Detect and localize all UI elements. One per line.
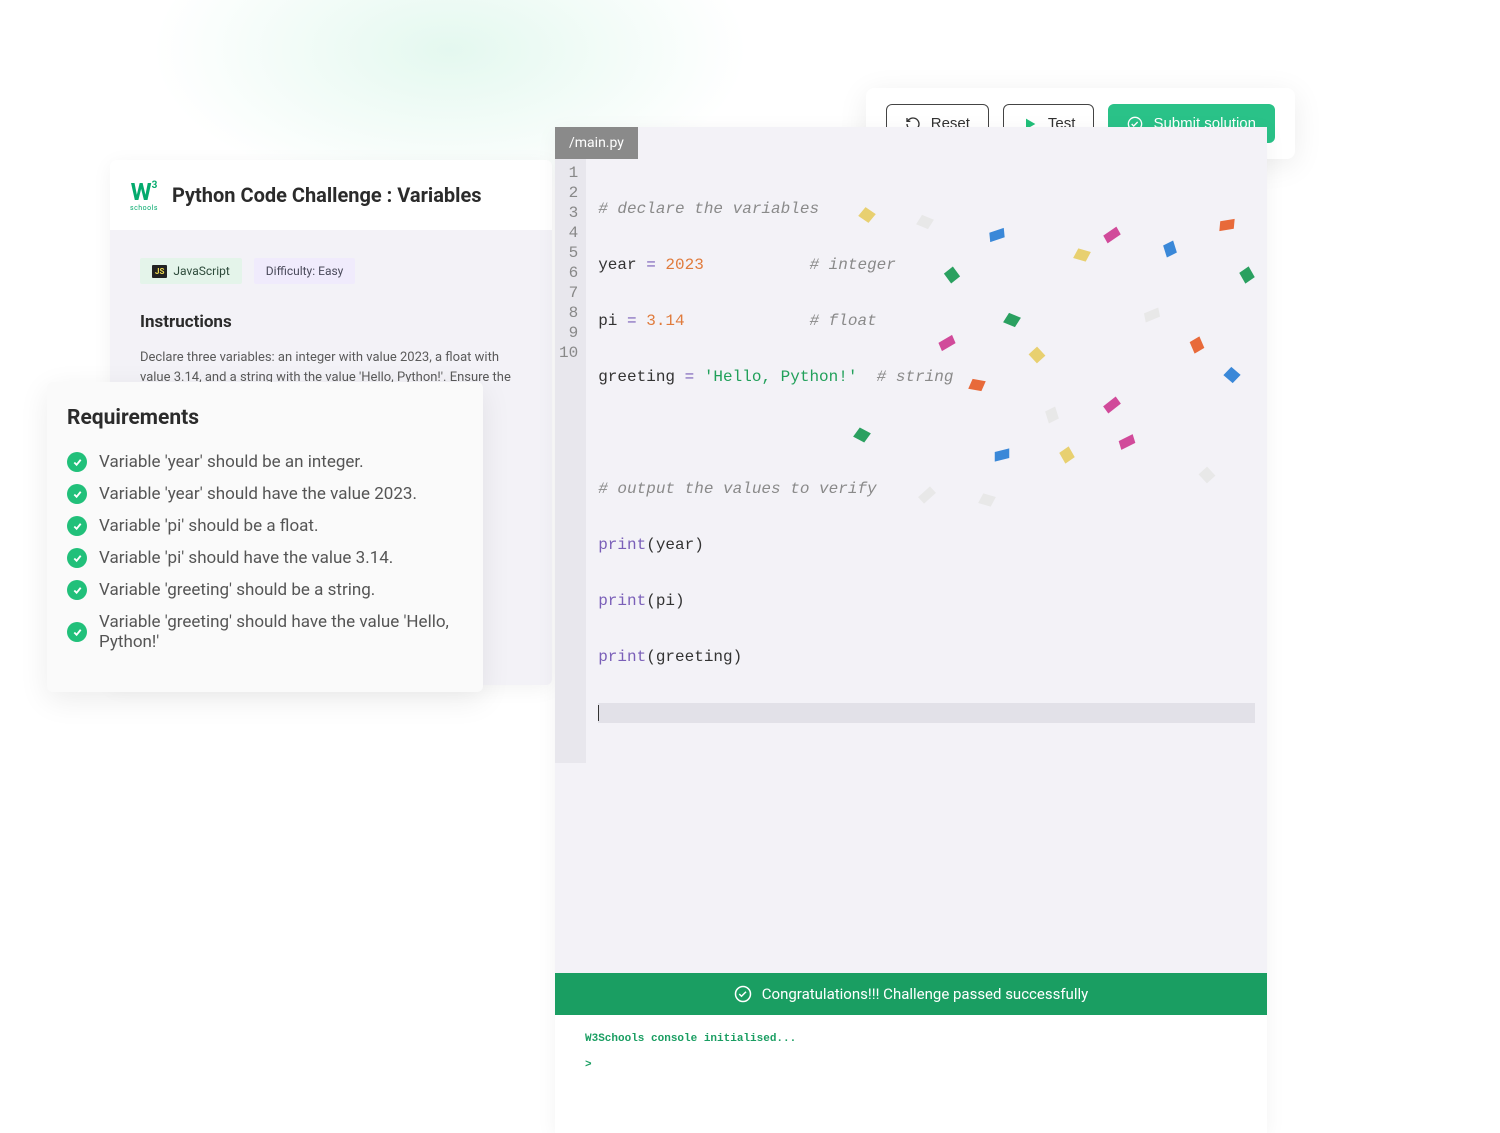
language-tag: JS JavaScript [140, 258, 242, 284]
challenge-title: Python Code Challenge : Variables [172, 183, 482, 207]
console-output: W3Schools console initialised... > [555, 1015, 1267, 1133]
w3schools-logo: W3 schools [130, 178, 158, 212]
editor-tab[interactable]: /main.py [555, 127, 638, 159]
console-line: W3Schools console initialised... [555, 1031, 1267, 1047]
line-gutter: 12345678910 [555, 159, 586, 763]
requirement-item: Variable 'year' should have the value 20… [67, 484, 463, 504]
js-icon: JS [152, 265, 167, 278]
difficulty-tag: Difficulty: Easy [254, 258, 356, 284]
success-banner: Congratulations!!! Challenge passed succ… [555, 973, 1267, 1015]
requirement-item: Variable 'greeting' should be a string. [67, 580, 463, 600]
check-icon [67, 452, 87, 472]
requirement-item: Variable 'pi' should have the value 3.14… [67, 548, 463, 568]
console-prompt: > [555, 1057, 1267, 1073]
check-icon [67, 484, 87, 504]
check-icon [67, 622, 87, 642]
instructions-heading: Instructions [140, 312, 522, 332]
requirements-list: Variable 'year' should be an integer. Va… [67, 452, 463, 652]
requirements-panel: Requirements Variable 'year' should be a… [47, 382, 483, 692]
requirement-item: Variable 'greeting' should have the valu… [67, 612, 463, 652]
requirements-heading: Requirements [67, 406, 463, 430]
code-editor[interactable]: 12345678910 # declare the variables year… [555, 159, 1267, 763]
check-icon [67, 516, 87, 536]
check-circle-icon [734, 985, 752, 1003]
editor-panel: /main.py 12345678910 # declare the varia… [555, 127, 1267, 1133]
code-content[interactable]: # declare the variables year = 2023 # in… [586, 159, 1267, 763]
requirement-item: Variable 'year' should be an integer. [67, 452, 463, 472]
challenge-header: W3 schools Python Code Challenge : Varia… [110, 160, 552, 230]
check-icon [67, 580, 87, 600]
check-icon [67, 548, 87, 568]
requirement-item: Variable 'pi' should be a float. [67, 516, 463, 536]
